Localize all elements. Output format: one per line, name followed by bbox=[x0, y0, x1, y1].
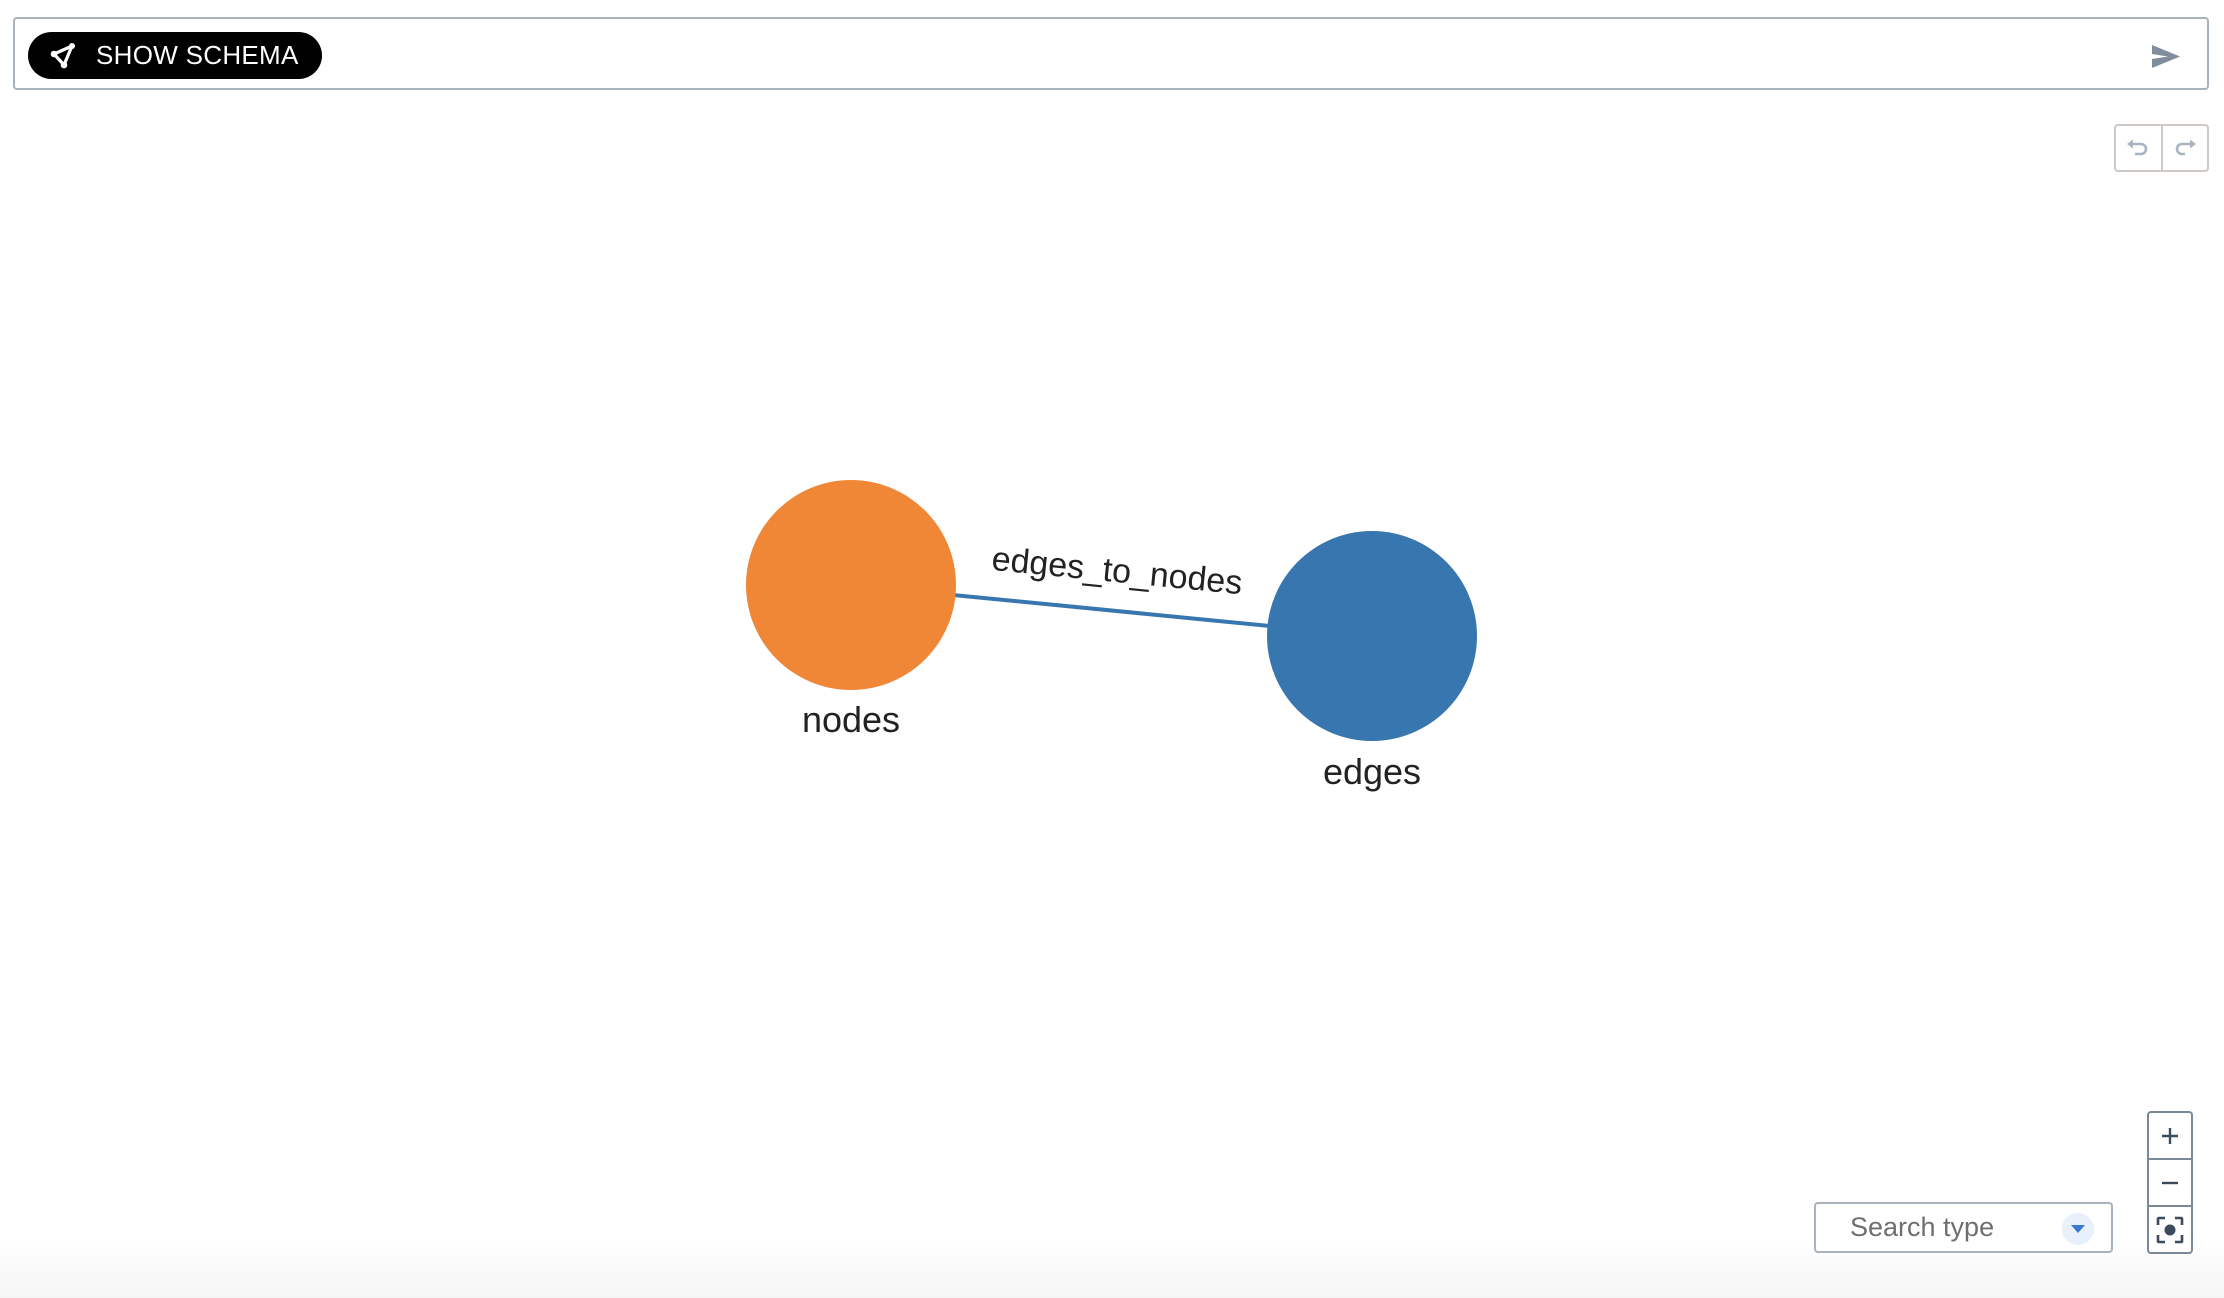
edge-label[interactable]: edges_to_nodes bbox=[990, 540, 1244, 602]
zoom-in-button[interactable] bbox=[2149, 1113, 2191, 1158]
fit-to-screen-icon bbox=[2156, 1216, 2184, 1243]
search-type-select[interactable]: Search type bbox=[1814, 1202, 2113, 1253]
node-circle-edges[interactable] bbox=[1267, 531, 1477, 741]
schema-graph-canvas[interactable]: edges_to_nodes nodes edges bbox=[0, 0, 2224, 1298]
node-label-nodes: nodes bbox=[802, 699, 900, 740]
zoom-controls bbox=[2147, 1111, 2193, 1254]
caret-down-icon bbox=[2071, 1225, 2085, 1233]
node-label-edges: edges bbox=[1323, 751, 1421, 792]
dropdown-toggle[interactable] bbox=[2062, 1213, 2094, 1245]
fit-to-screen-button[interactable] bbox=[2149, 1205, 2191, 1252]
minus-icon bbox=[2162, 1181, 2178, 1184]
search-type-placeholder: Search type bbox=[1850, 1212, 1995, 1242]
node-circle-nodes[interactable] bbox=[746, 480, 956, 690]
plus-icon bbox=[2162, 1127, 2178, 1144]
zoom-out-button[interactable] bbox=[2149, 1158, 2191, 1205]
